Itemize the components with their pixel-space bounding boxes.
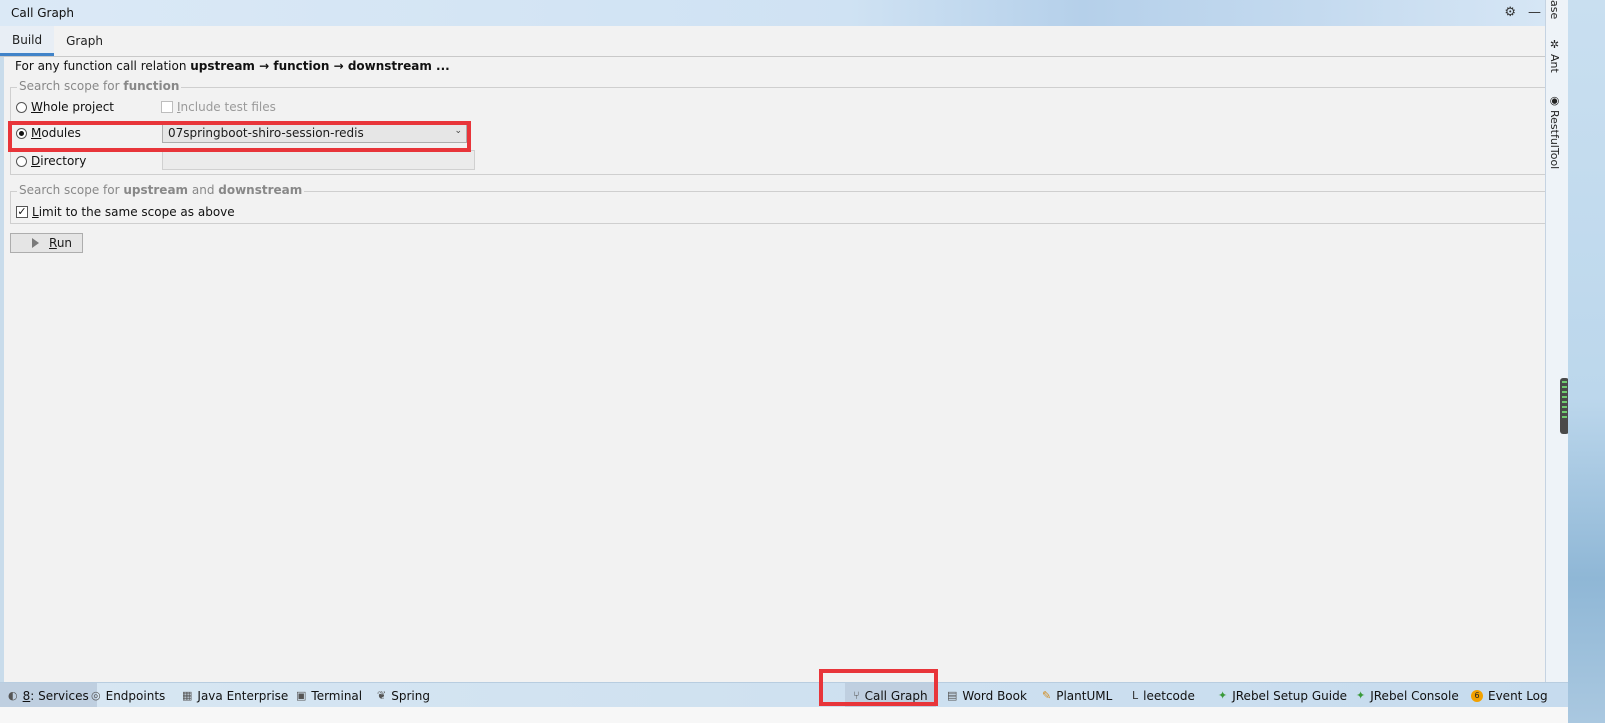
- run-mnemonic: R: [49, 236, 57, 250]
- intro-prefix: For any function call relation: [15, 59, 191, 73]
- desktop-background: [1568, 0, 1605, 723]
- tab-build[interactable]: Build: [0, 26, 55, 56]
- bottom-tool-bar: ◐ 8: Services ◎ Endpoints ▦ Java Enterpr…: [0, 682, 1568, 708]
- directory-label: irectory: [40, 154, 87, 168]
- terminal-label: Terminal: [311, 688, 363, 703]
- globe-icon: ◉: [1548, 94, 1561, 107]
- endpoints-icon: ◎: [91, 689, 101, 702]
- word-book-label: Word Book: [962, 688, 1027, 703]
- whole-project-label: hole project: [42, 100, 115, 114]
- whole-project-mnemonic: W: [31, 100, 43, 114]
- intro-suffix: ...: [431, 59, 450, 73]
- leetcode-icon: ᒪ: [1132, 689, 1139, 702]
- spring-label: Spring: [391, 688, 430, 703]
- minimize-icon[interactable]: —: [1528, 5, 1541, 21]
- tool-tab-database-label: ase: [1548, 0, 1561, 20]
- play-icon: [32, 238, 39, 248]
- jrebel-setup-guide-button[interactable]: ✦ JRebel Setup Guide: [1218, 683, 1347, 708]
- tool-tab-database[interactable]: ase: [1548, 0, 1561, 19]
- tool-tab-ant[interactable]: ✲ Ant: [1548, 38, 1561, 73]
- jrebel-icon: ✦: [1356, 689, 1366, 702]
- title-bar-actions: ⚙ —: [1504, 5, 1541, 21]
- directory-mnemonic: D: [31, 154, 41, 168]
- jrebel-console-button[interactable]: ✦ JRebel Console: [1356, 683, 1459, 708]
- endpoints-button[interactable]: ◎ Endpoints: [91, 683, 165, 708]
- ant-icon: ✲: [1548, 38, 1561, 51]
- call-graph-highlight-box: [819, 669, 938, 706]
- tool-window-title-bar: Call Graph ⚙ —: [0, 0, 1545, 26]
- tool-window-title: Call Graph: [11, 6, 75, 20]
- limit-scope-checkbox[interactable]: ✓: [16, 206, 28, 218]
- services-icon: ◐: [8, 689, 18, 702]
- directory-radio[interactable]: [16, 155, 27, 167]
- plantuml-icon: ✎: [1042, 689, 1052, 702]
- java-enterprise-label: Java Enterprise: [197, 688, 289, 703]
- jrebel-setup-guide-label: JRebel Setup Guide: [1232, 688, 1348, 703]
- plantuml-button[interactable]: ✎ PlantUML: [1042, 683, 1112, 708]
- spring-icon: ❦: [377, 689, 387, 702]
- include-test-files-checkbox[interactable]: [161, 101, 173, 113]
- word-book-icon: ▤: [947, 689, 958, 702]
- intro-text: For any function call relation upstream …: [15, 59, 450, 73]
- function-scope-legend: Search scope for function: [17, 79, 182, 93]
- gear-icon[interactable]: ⚙: [1504, 5, 1516, 21]
- build-panel: For any function call relation upstream …: [0, 57, 1549, 682]
- tab-graph[interactable]: Graph: [54, 26, 115, 56]
- include-test-files-label: nclude test files: [180, 100, 276, 114]
- run-button[interactable]: Run: [10, 233, 83, 253]
- leetcode-button[interactable]: ᒪ leetcode: [1132, 683, 1195, 708]
- directory-field[interactable]: [162, 150, 475, 170]
- word-book-button[interactable]: ▤ Word Book: [947, 683, 1027, 708]
- plantuml-label: PlantUML: [1056, 688, 1113, 703]
- intro-upstream: upstream: [190, 59, 255, 73]
- intro-arrow-2: →: [329, 59, 348, 73]
- tool-tab-restfultool-label: RestfulTool: [1548, 110, 1561, 170]
- function-scope-legend-prefix: Search scope for: [19, 79, 124, 93]
- bottom-edge: [0, 707, 1568, 723]
- updown-legend-prefix: Search scope for: [19, 183, 124, 197]
- directory-option[interactable]: Directory: [16, 154, 86, 168]
- updown-legend-and: and: [188, 183, 219, 197]
- java-enterprise-icon: ▦: [182, 689, 193, 702]
- intro-downstream: downstream: [347, 59, 432, 73]
- services-button[interactable]: ◐ 8: Services: [0, 683, 97, 708]
- limit-scope-label: imit to the same scope as above: [38, 205, 235, 219]
- jrebel-console-label: JRebel Console: [1370, 688, 1459, 703]
- services-label: : Services: [30, 688, 89, 703]
- terminal-button[interactable]: ▣ Terminal: [296, 683, 362, 708]
- right-tool-strip: ase ✲ Ant ◉ RestfulTool: [1545, 0, 1569, 682]
- jrebel-icon: ✦: [1218, 689, 1228, 702]
- terminal-icon: ▣: [296, 689, 307, 702]
- endpoints-label: Endpoints: [105, 688, 166, 703]
- tab-strip: Build Graph: [0, 26, 1545, 57]
- run-label: un: [56, 236, 73, 250]
- limit-scope-mnemonic: L: [32, 205, 39, 219]
- event-log-button[interactable]: 6 Event Log: [1471, 683, 1548, 708]
- spring-button[interactable]: ❦ Spring: [377, 683, 430, 708]
- intro-arrow-1: →: [254, 59, 274, 73]
- include-test-files-option[interactable]: Include test files: [161, 100, 276, 114]
- intro-function: function: [273, 59, 330, 73]
- limit-scope-option[interactable]: ✓ Limit to the same scope as above: [16, 205, 235, 219]
- updown-legend-downstream: downstream: [218, 183, 303, 197]
- function-scope-legend-bold: function: [123, 79, 180, 93]
- leetcode-label: leetcode: [1143, 688, 1195, 703]
- updown-scope-group: Search scope for upstream and downstream…: [10, 183, 1548, 224]
- whole-project-radio[interactable]: [16, 101, 27, 113]
- services-mnemonic: 8: [22, 688, 31, 703]
- event-log-badge: 6: [1471, 689, 1483, 702]
- whole-project-option[interactable]: Whole project: [16, 100, 114, 114]
- modules-highlight-box: [8, 121, 471, 152]
- updown-scope-legend: Search scope for upstream and downstream: [17, 183, 305, 197]
- java-enterprise-button[interactable]: ▦ Java Enterprise: [182, 683, 288, 708]
- tool-tab-ant-label: Ant: [1548, 54, 1561, 73]
- tool-tab-restfultool[interactable]: ◉ RestfulTool: [1548, 94, 1561, 169]
- updown-legend-upstream: upstream: [123, 183, 189, 197]
- event-log-label: Event Log: [1488, 688, 1548, 703]
